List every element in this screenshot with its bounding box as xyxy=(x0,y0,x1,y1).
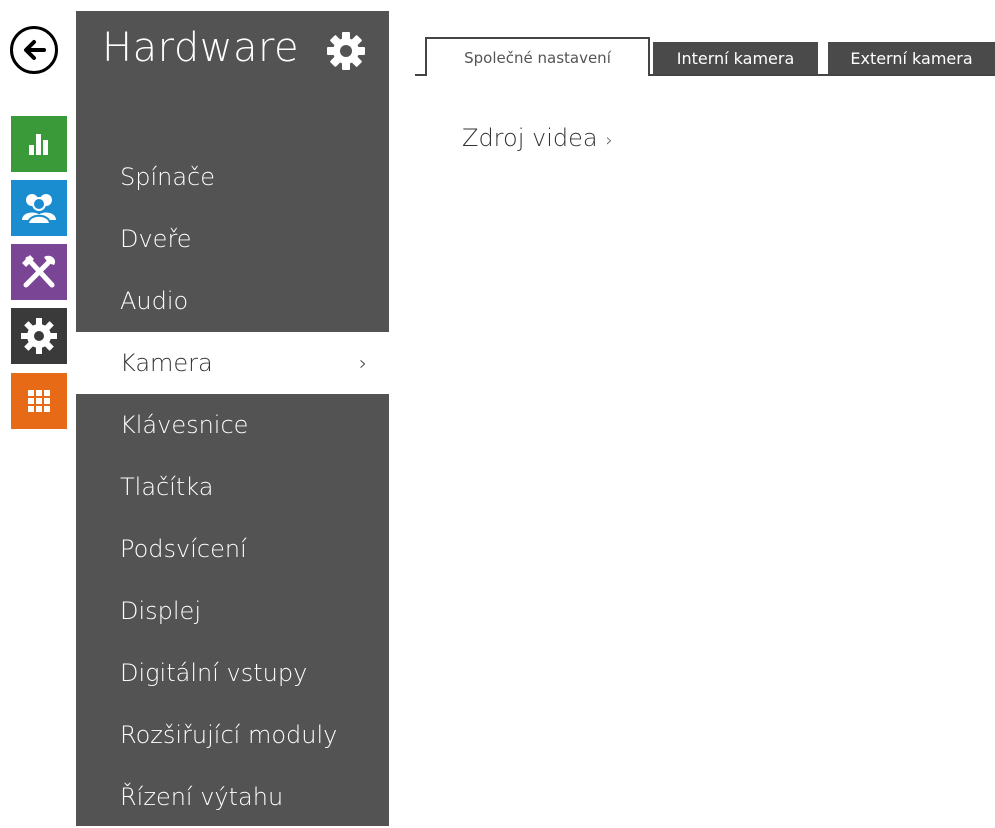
sidebar-item-digitalni-vstupy[interactable]: Digitální vstupy xyxy=(76,642,389,704)
sidebar-item-label: Klávesnice xyxy=(120,411,249,439)
sidebar-item-label: Rozšiřující moduly xyxy=(120,721,338,749)
sidebar-item-podsviceni[interactable]: Podsvícení xyxy=(76,518,389,580)
hardware-gear-icon xyxy=(21,318,57,354)
sidebar-item-tlacitka[interactable]: Tlačítka xyxy=(76,456,389,518)
tab-interni-kamera[interactable]: Interní kamera xyxy=(653,42,818,74)
services-tools-icon xyxy=(22,255,56,288)
services-menu-button[interactable] xyxy=(11,244,67,300)
tab-spolecne-nastaveni[interactable]: Společné nastavení xyxy=(425,37,650,76)
video-source-label: Zdroj videa xyxy=(462,124,598,152)
chevron-right-icon: › xyxy=(605,130,613,151)
tab-bar: Společné nastavení Interní kamera Extern… xyxy=(415,37,995,77)
sidebar-item-kamera[interactable]: Kamera › xyxy=(76,332,389,394)
status-chart-icon xyxy=(29,134,48,155)
sidebar-item-rizeni-vytahu[interactable]: Řízení výtahu xyxy=(76,766,389,828)
sidebar-item-label: Tlačítka xyxy=(120,473,214,501)
icon-rail xyxy=(0,0,75,826)
sidebar-item-spinace[interactable]: Spínače xyxy=(76,146,389,208)
users-menu-button[interactable] xyxy=(11,180,67,236)
back-arrow-icon xyxy=(24,40,46,60)
hardware-sidebar: Hardware Spínače Dveře Audio Kamera › Kl… xyxy=(76,11,389,826)
hardware-menu-button[interactable] xyxy=(11,308,67,364)
sidebar-item-klavesnice[interactable]: Klávesnice xyxy=(76,394,389,456)
chevron-right-icon: › xyxy=(359,351,367,375)
sidebar-item-label: Kamera xyxy=(120,349,213,377)
sidebar-item-dvere[interactable]: Dveře xyxy=(76,208,389,270)
sidebar-item-label: Dveře xyxy=(120,225,192,253)
sidebar-item-audio[interactable]: Audio xyxy=(76,270,389,332)
system-menu-button[interactable] xyxy=(11,373,67,429)
back-button[interactable] xyxy=(10,26,58,74)
gear-icon xyxy=(327,32,365,70)
sidebar-item-label: Audio xyxy=(120,287,189,315)
system-grid-icon xyxy=(28,390,50,412)
video-source-link[interactable]: Zdroj videa › xyxy=(462,124,613,152)
tab-externi-kamera[interactable]: Externí kamera xyxy=(828,42,995,74)
sidebar-item-label: Řízení výtahu xyxy=(120,783,284,811)
users-icon xyxy=(22,194,56,225)
sidebar-item-rozsirujici-moduly[interactable]: Rozšiřující moduly xyxy=(76,704,389,766)
sidebar-item-label: Displej xyxy=(120,597,201,625)
status-menu-button[interactable] xyxy=(11,116,67,172)
sidebar-item-label: Spínače xyxy=(120,163,216,191)
sidebar-title: Hardware xyxy=(102,25,300,71)
sidebar-item-label: Podsvícení xyxy=(120,535,247,563)
sidebar-menu: Spínače Dveře Audio Kamera › Klávesnice … xyxy=(76,146,389,828)
sidebar-item-label: Digitální vstupy xyxy=(120,659,308,687)
sidebar-item-displej[interactable]: Displej xyxy=(76,580,389,642)
